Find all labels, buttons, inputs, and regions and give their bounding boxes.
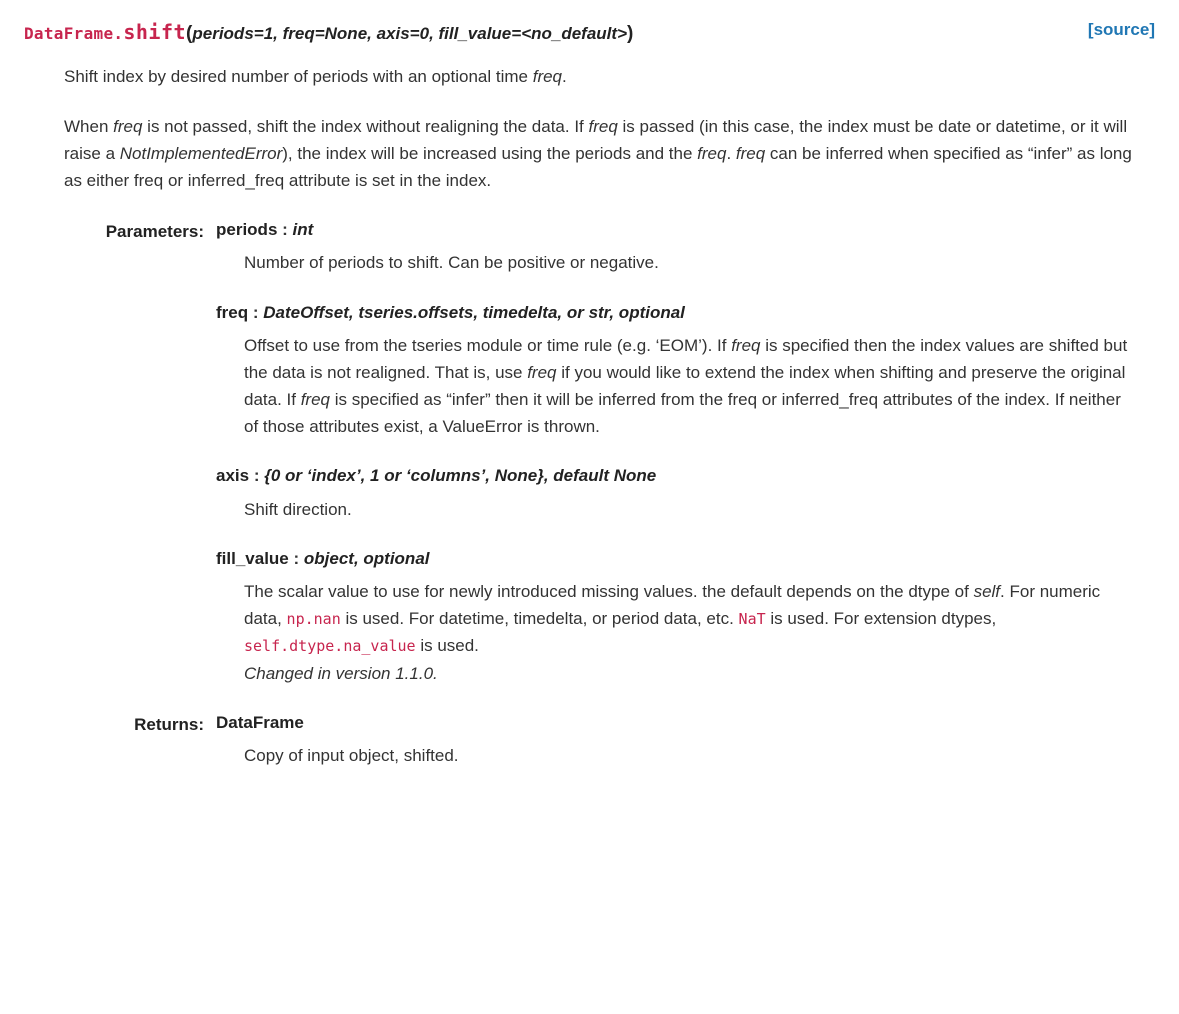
param-periods-desc: Number of periods to shift. Can be posit… bbox=[244, 249, 1135, 276]
param-fill-value-desc: The scalar value to use for newly introd… bbox=[244, 578, 1135, 687]
returns-body: DataFrame Copy of input object, shifted. bbox=[216, 709, 1135, 791]
parameters-body: periods : int Number of periods to shift… bbox=[216, 216, 1135, 709]
description: Shift index by desired number of periods… bbox=[64, 63, 1135, 194]
summary-para-1: Shift index by desired number of periods… bbox=[64, 63, 1135, 90]
method-signature: DataFrame.shift(periods=1, freq=None, ax… bbox=[24, 16, 633, 49]
param-freq-desc: Offset to use from the tseries module or… bbox=[244, 332, 1135, 441]
signature-line: DataFrame.shift(periods=1, freq=None, ax… bbox=[24, 16, 1155, 49]
signature-params: periods=1, freq=None, axis=0, fill_value… bbox=[192, 24, 627, 43]
doc-body: Shift index by desired number of periods… bbox=[64, 63, 1135, 791]
class-name: DataFrame. bbox=[24, 24, 123, 43]
param-periods: periods : int Number of periods to shift… bbox=[216, 216, 1135, 276]
return-desc: Copy of input object, shifted. bbox=[244, 742, 1135, 769]
param-freq: freq : DateOffset, tseries.offsets, time… bbox=[216, 299, 1135, 441]
return-block: DataFrame Copy of input object, shifted. bbox=[216, 709, 1135, 769]
returns-label: Returns: bbox=[64, 709, 204, 791]
source-link[interactable]: [source] bbox=[1088, 16, 1155, 43]
code-na-value: self.dtype.na_value bbox=[244, 637, 416, 655]
code-np-nan: np.nan bbox=[287, 610, 341, 628]
summary-para-2: When freq is not passed, shift the index… bbox=[64, 113, 1135, 195]
parameters-label: Parameters: bbox=[64, 216, 204, 709]
param-fill-value: fill_value : object, optional The scalar… bbox=[216, 545, 1135, 687]
paren-close: ) bbox=[627, 23, 633, 44]
code-nat: NaT bbox=[739, 610, 766, 628]
param-axis: axis : {0 or ‘index’, 1 or ‘columns’, No… bbox=[216, 462, 1135, 522]
method-name: shift bbox=[123, 20, 186, 44]
version-changed: Changed in version 1.1.0. bbox=[244, 660, 1135, 687]
param-axis-desc: Shift direction. bbox=[244, 496, 1135, 523]
field-list: Parameters: periods : int Number of peri… bbox=[64, 216, 1135, 791]
